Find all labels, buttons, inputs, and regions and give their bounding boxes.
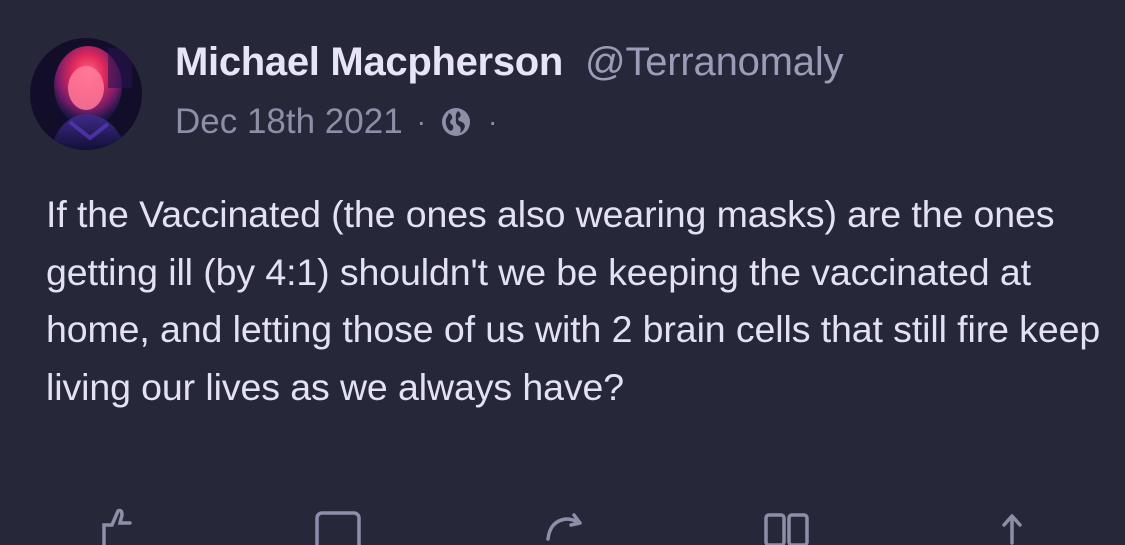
repost-icon xyxy=(546,513,582,541)
author-row: Michael Macpherson @Terranomaly xyxy=(175,40,1105,88)
share-button[interactable] xyxy=(988,505,1038,545)
like-icon xyxy=(102,508,132,545)
post-text: If the Vaccinated (the ones also wearing… xyxy=(46,193,1101,408)
like-button[interactable] xyxy=(92,505,142,545)
avatar[interactable] xyxy=(30,38,142,150)
meta-separator-trailing: · xyxy=(488,106,498,137)
action-bar xyxy=(0,505,1125,545)
comment-icon xyxy=(315,511,361,545)
post-date[interactable]: Dec 18th 2021 xyxy=(175,102,403,142)
post-header: Michael Macpherson @Terranomaly Dec 18th… xyxy=(175,40,1105,144)
post-card: Michael Macpherson @Terranomaly Dec 18th… xyxy=(0,0,1125,545)
comment-button[interactable] xyxy=(313,505,363,545)
bookmark-button[interactable] xyxy=(762,505,812,545)
bookmark-icon xyxy=(764,513,809,545)
author-handle[interactable]: @Terranomaly xyxy=(585,40,843,85)
avatar-image xyxy=(30,38,142,150)
share-icon xyxy=(1002,514,1022,545)
globe-icon xyxy=(440,106,472,138)
repost-button[interactable] xyxy=(540,505,590,545)
meta-separator: · xyxy=(416,106,426,137)
post-meta: Dec 18th 2021 · · xyxy=(175,100,1105,144)
author-display-name[interactable]: Michael Macpherson xyxy=(175,40,563,85)
